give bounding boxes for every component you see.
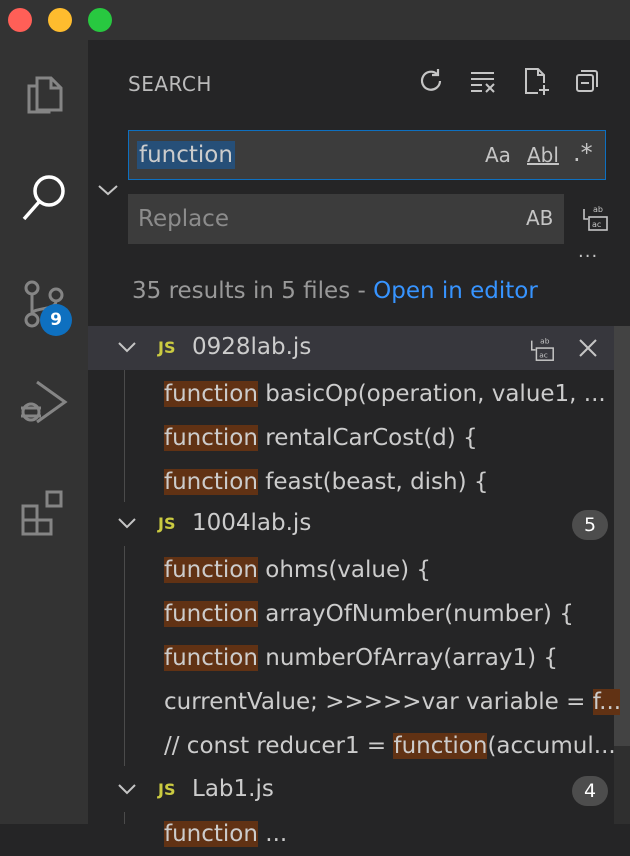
refresh-icon <box>417 67 445 99</box>
activity-run-debug[interactable] <box>0 360 88 448</box>
match-highlight: function <box>164 601 258 627</box>
match-context: ohms(value) { <box>257 557 432 583</box>
match-case-toggle[interactable]: Aa <box>485 143 511 167</box>
results-summary-text: 35 results in 5 files - <box>132 278 374 304</box>
match-line[interactable]: function arrayOfNumber(number) { <box>164 592 620 636</box>
activity-explorer[interactable] <box>0 52 88 140</box>
dismiss-file-icon[interactable] <box>576 335 600 365</box>
replace-in-file-icon[interactable]: ab ac <box>528 335 556 367</box>
whole-word-toggle[interactable]: Abl <box>527 143 559 167</box>
source-control-badge: 9 <box>40 304 72 336</box>
file-result-lab1[interactable]: JS Lab1.js 4 <box>88 768 614 812</box>
match-context: // const reducer1 = <box>164 733 394 759</box>
regex-toggle[interactable]: .* <box>573 139 593 167</box>
file-name: Lab1.js <box>192 776 274 802</box>
file-result-1004lab[interactable]: JS 1004lab.js 5 <box>88 502 614 546</box>
close-window-button[interactable] <box>8 8 32 32</box>
clear-all-icon <box>468 67 498 99</box>
match-highlight: function <box>164 469 258 495</box>
more-actions-button[interactable]: ··· <box>578 246 598 267</box>
match-highlight: f... <box>592 689 620 715</box>
tree-indent-guide <box>124 370 125 502</box>
chevron-down-icon[interactable] <box>116 780 138 802</box>
collapse-all-icon <box>573 67 601 99</box>
title-bar <box>0 0 630 40</box>
minimize-window-button[interactable] <box>48 8 72 32</box>
collapse-all-button[interactable] <box>570 66 604 100</box>
match-line[interactable]: function feast(beast, dish) { <box>164 460 620 504</box>
file-result-0928lab[interactable]: JS 0928lab.js ab ac <box>88 326 614 370</box>
activity-search[interactable] <box>0 156 88 244</box>
match-context: rentalCarCost(d) { <box>257 425 478 451</box>
match-highlight: function <box>164 425 258 451</box>
match-line[interactable]: function ohms(value) { <box>164 548 620 592</box>
preserve-case-toggle[interactable]: AB <box>526 206 553 230</box>
match-context: numberOfArray(array1) { <box>257 645 559 671</box>
open-in-editor-link[interactable]: Open in editor <box>373 278 538 304</box>
match-line[interactable]: currentValue; >>>>>var variable = f... <box>164 680 620 724</box>
match-line[interactable]: function basicOp(operation, value1, ... <box>164 372 620 416</box>
svg-text:ac: ac <box>539 350 548 359</box>
chevron-down-icon[interactable] <box>116 514 138 536</box>
file-name: 1004lab.js <box>192 510 312 536</box>
extensions-icon <box>20 488 68 540</box>
match-context: basicOp(operation, value1, ... <box>257 381 606 407</box>
search-panel-title: SEARCH <box>128 72 212 96</box>
refresh-button[interactable] <box>414 66 448 100</box>
replace-all-button[interactable]: ab ac <box>578 203 612 237</box>
search-query[interactable]: function <box>137 141 235 169</box>
match-context: ... <box>257 821 288 847</box>
svg-text:ac: ac <box>592 220 601 229</box>
tree-indent-guide <box>124 546 125 766</box>
js-file-icon: JS <box>158 338 176 357</box>
js-file-icon: JS <box>158 780 176 799</box>
maximize-window-button[interactable] <box>88 8 112 32</box>
match-line[interactable]: function rentalCarCost(d) { <box>164 416 620 460</box>
file-name: 0928lab.js <box>192 334 312 360</box>
match-line[interactable]: function ... <box>164 812 620 856</box>
match-context: feast(beast, dish) { <box>257 469 489 495</box>
svg-text:ab: ab <box>540 336 550 345</box>
tree-indent-guide <box>124 812 125 824</box>
activity-source-control[interactable] <box>0 262 88 350</box>
chevron-down-icon <box>96 185 120 204</box>
match-highlight: function <box>393 733 488 759</box>
match-highlight: function <box>164 645 258 671</box>
match-context: (accumul... <box>487 733 616 759</box>
activity-extensions[interactable] <box>0 470 88 558</box>
match-context: arrayOfNumber(number) { <box>257 601 574 627</box>
toggle-replace-button[interactable] <box>96 180 120 204</box>
match-count-badge: 4 <box>572 776 608 806</box>
js-file-icon: JS <box>158 514 176 533</box>
match-line[interactable]: function numberOfArray(array1) { <box>164 636 620 680</box>
chevron-down-icon[interactable] <box>116 338 138 360</box>
new-search-editor-button[interactable] <box>520 66 554 100</box>
match-context: currentValue; >>>>>var variable = <box>164 689 593 715</box>
replace-all-icon: ab ac <box>580 203 610 237</box>
run-debug-icon <box>19 378 69 430</box>
replace-input[interactable]: Replace AB <box>128 194 564 244</box>
match-line[interactable]: // const reducer1 = function(accumul... <box>164 724 620 768</box>
match-highlight: function <box>164 381 258 407</box>
match-highlight: function <box>164 557 258 583</box>
clear-results-button[interactable] <box>466 66 500 100</box>
new-file-icon <box>522 65 552 101</box>
match-highlight: function <box>164 821 258 847</box>
match-count-badge: 5 <box>572 510 608 540</box>
files-icon <box>23 72 65 120</box>
search-icon <box>19 172 69 228</box>
results-summary: 35 results in 5 files - Open in editor <box>132 278 538 304</box>
search-input[interactable]: function Aa Abl .* <box>128 130 606 180</box>
replace-placeholder: Replace <box>138 206 229 232</box>
svg-text:ab: ab <box>593 205 603 214</box>
